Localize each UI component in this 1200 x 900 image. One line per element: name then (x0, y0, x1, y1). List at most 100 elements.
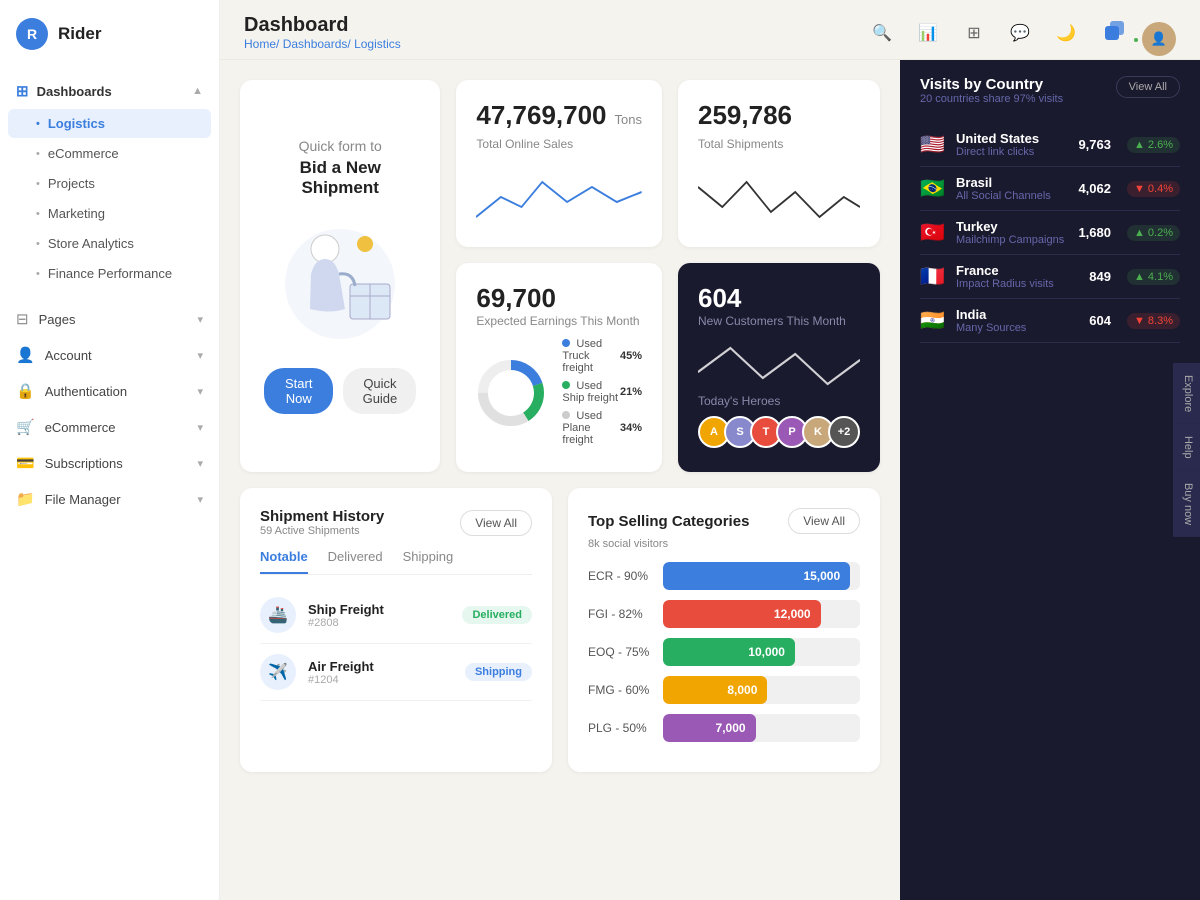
country-value-tr: 1,680 (1078, 225, 1111, 240)
bar-row-3: EOQ - 75% 10,000 (588, 638, 860, 666)
breadcrumb-home: Home/ (244, 37, 283, 51)
dashboards-group[interactable]: ⊞ Dashboards ▲ (0, 74, 219, 108)
selling-view-all-button[interactable]: View All (788, 508, 860, 534)
country-name-in: India (956, 307, 1081, 322)
selling-title-block: Top Selling Categories (588, 513, 749, 530)
filemanager-label: File Manager (45, 492, 121, 507)
sidebar-authentication[interactable]: 🔒 Authentication ▾ (0, 373, 219, 409)
shipment-icon-1: 🚢 (260, 597, 296, 633)
shipment-info-1: Ship Freight #2808 (308, 602, 450, 629)
side-tabs: Explore Help Buy now (1173, 363, 1200, 537)
sidebar-item-finance[interactable]: Finance Performance (8, 259, 211, 288)
flag-in: 🇮🇳 (920, 308, 948, 333)
auth-icon: 🔒 (16, 382, 35, 400)
apps-icon[interactable] (1096, 17, 1128, 49)
country-name-fr: France (956, 263, 1081, 278)
bar-fill-2: 12,000 (663, 600, 821, 628)
new-customers-card: 604 New Customers This Month Today's Her… (678, 263, 880, 472)
truck-dot (562, 339, 570, 347)
side-tab-explore[interactable]: Explore (1173, 363, 1200, 424)
bar-row-5: PLG - 50% 7,000 (588, 714, 860, 742)
sidebar-item-logistics[interactable]: Logistics (8, 109, 211, 138)
flag-tr: 🇹🇷 (920, 220, 948, 245)
bar-track-3: 10,000 (663, 638, 860, 666)
visits-title: Visits by Country (920, 76, 1063, 93)
shipment-id-2: #1204 (308, 674, 453, 686)
country-value-in: 604 (1089, 313, 1111, 328)
shipment-id-1: #2808 (308, 617, 450, 629)
sidebar-account[interactable]: 👤 Account ▾ (0, 337, 219, 373)
country-row-tr: 🇹🇷 Turkey Mailchimp Campaigns 1,680 ▲ 0.… (920, 211, 1180, 255)
country-row-in: 🇮🇳 India Many Sources 604 ▼ 8.3% (920, 299, 1180, 343)
promo-illustration (265, 214, 415, 344)
sidebar-subscriptions[interactable]: 💳 Subscriptions ▾ (0, 445, 219, 481)
account-label: Account (45, 348, 92, 363)
pages-label: Pages (39, 312, 76, 327)
auth-label: Authentication (45, 384, 127, 399)
visits-view-all-button[interactable]: View All (1116, 76, 1180, 98)
theme-icon[interactable]: 🌙 (1050, 17, 1082, 49)
illustration-svg (265, 214, 415, 344)
plane-legend: Used Plane freight 34% (562, 410, 642, 446)
search-icon[interactable]: 🔍 (866, 17, 898, 49)
pages-section: ⊟ Pages ▾ 👤 Account ▾ 🔒 Authentication ▾… (0, 295, 219, 523)
shipment-header: Shipment History 59 Active Shipments Vie… (260, 508, 532, 537)
promo-card: Quick form to Bid a New Shipment (240, 80, 440, 472)
start-now-button[interactable]: Start Now (264, 368, 333, 414)
sidebar: R Rider ⊞ Dashboards ▲ Logistics eCommer… (0, 0, 220, 900)
country-info-br: Brasil All Social Channels (956, 175, 1070, 202)
visits-header: Visits by Country 20 countries share 97%… (920, 76, 1180, 119)
bar-track-5: 7,000 (663, 714, 860, 742)
shipment-name-1: Ship Freight (308, 602, 450, 617)
side-tab-buynow[interactable]: Buy now (1173, 471, 1200, 537)
sidebar-item-store-analytics[interactable]: Store Analytics (8, 229, 211, 258)
bar-track-1: 15,000 (663, 562, 860, 590)
subscriptions-label: Subscriptions (45, 456, 123, 471)
sidebar-item-marketing[interactable]: Marketing (8, 199, 211, 228)
main-content: Quick form to Bid a New Shipment (220, 60, 900, 900)
side-tab-help[interactable]: Help (1173, 424, 1200, 471)
subscriptions-chevron: ▾ (197, 457, 203, 470)
bar-fill-1: 15,000 (663, 562, 850, 590)
country-sub-tr: Mailchimp Campaigns (956, 234, 1070, 246)
country-change-br: ▼ 0.4% (1127, 181, 1180, 197)
ship-legend: Used Ship freight 21% (562, 380, 642, 404)
shipment-history-card: Shipment History 59 Active Shipments Vie… (240, 488, 552, 772)
shipment-view-all-button[interactable]: View All (460, 510, 532, 536)
selling-header: Top Selling Categories View All (588, 508, 860, 534)
avatar-container: 👤 (1142, 22, 1176, 44)
sidebar-item-projects[interactable]: Projects (8, 169, 211, 198)
user-avatar[interactable]: 👤 (1142, 22, 1176, 56)
breadcrumb-current: Logistics (354, 37, 401, 51)
top-selling-card: Top Selling Categories View All 8k socia… (568, 488, 880, 772)
country-info-fr: France Impact Radius visits (956, 263, 1081, 290)
tab-notable[interactable]: Notable (260, 549, 308, 574)
tab-shipping[interactable]: Shipping (403, 549, 454, 574)
sidebar-pages[interactable]: ⊟ Pages ▾ (0, 301, 219, 337)
bottom-row: Shipment History 59 Active Shipments Vie… (240, 488, 880, 772)
country-info-tr: Turkey Mailchimp Campaigns (956, 219, 1070, 246)
bar-label-3: EOQ - 75% (588, 645, 653, 659)
sidebar-item-ecommerce[interactable]: eCommerce (8, 139, 211, 168)
sidebar-ecommerce-main[interactable]: 🛒 eCommerce ▾ (0, 409, 219, 445)
analytics-icon[interactable]: 📊 (912, 17, 944, 49)
bar-label-4: FMG - 60% (588, 683, 653, 697)
expected-earnings-value: 69,700 (476, 283, 556, 313)
country-info-in: India Many Sources (956, 307, 1081, 334)
account-chevron: ▾ (197, 349, 203, 362)
country-change-tr: ▲ 0.2% (1127, 225, 1180, 241)
shipment-row-2: ✈️ Air Freight #1204 Shipping (260, 644, 532, 701)
chat-icon[interactable]: 💬 (1004, 17, 1036, 49)
flag-br: 🇧🇷 (920, 176, 948, 201)
new-customers-value: 604 (698, 283, 741, 313)
app-logo[interactable]: R Rider (0, 0, 219, 68)
quick-guide-button[interactable]: Quick Guide (343, 368, 416, 414)
sales-line-svg (476, 167, 642, 227)
grid-icon[interactable]: ⊞ (958, 17, 990, 49)
flag-us: 🇺🇸 (920, 132, 948, 157)
shipment-title-block: Shipment History 59 Active Shipments (260, 508, 384, 537)
total-sales-card: 47,769,700 Tons Total Online Sales (456, 80, 662, 247)
tab-delivered[interactable]: Delivered (328, 549, 383, 574)
country-info-us: United States Direct link clicks (956, 131, 1070, 158)
sidebar-filemanager[interactable]: 📁 File Manager ▾ (0, 481, 219, 517)
